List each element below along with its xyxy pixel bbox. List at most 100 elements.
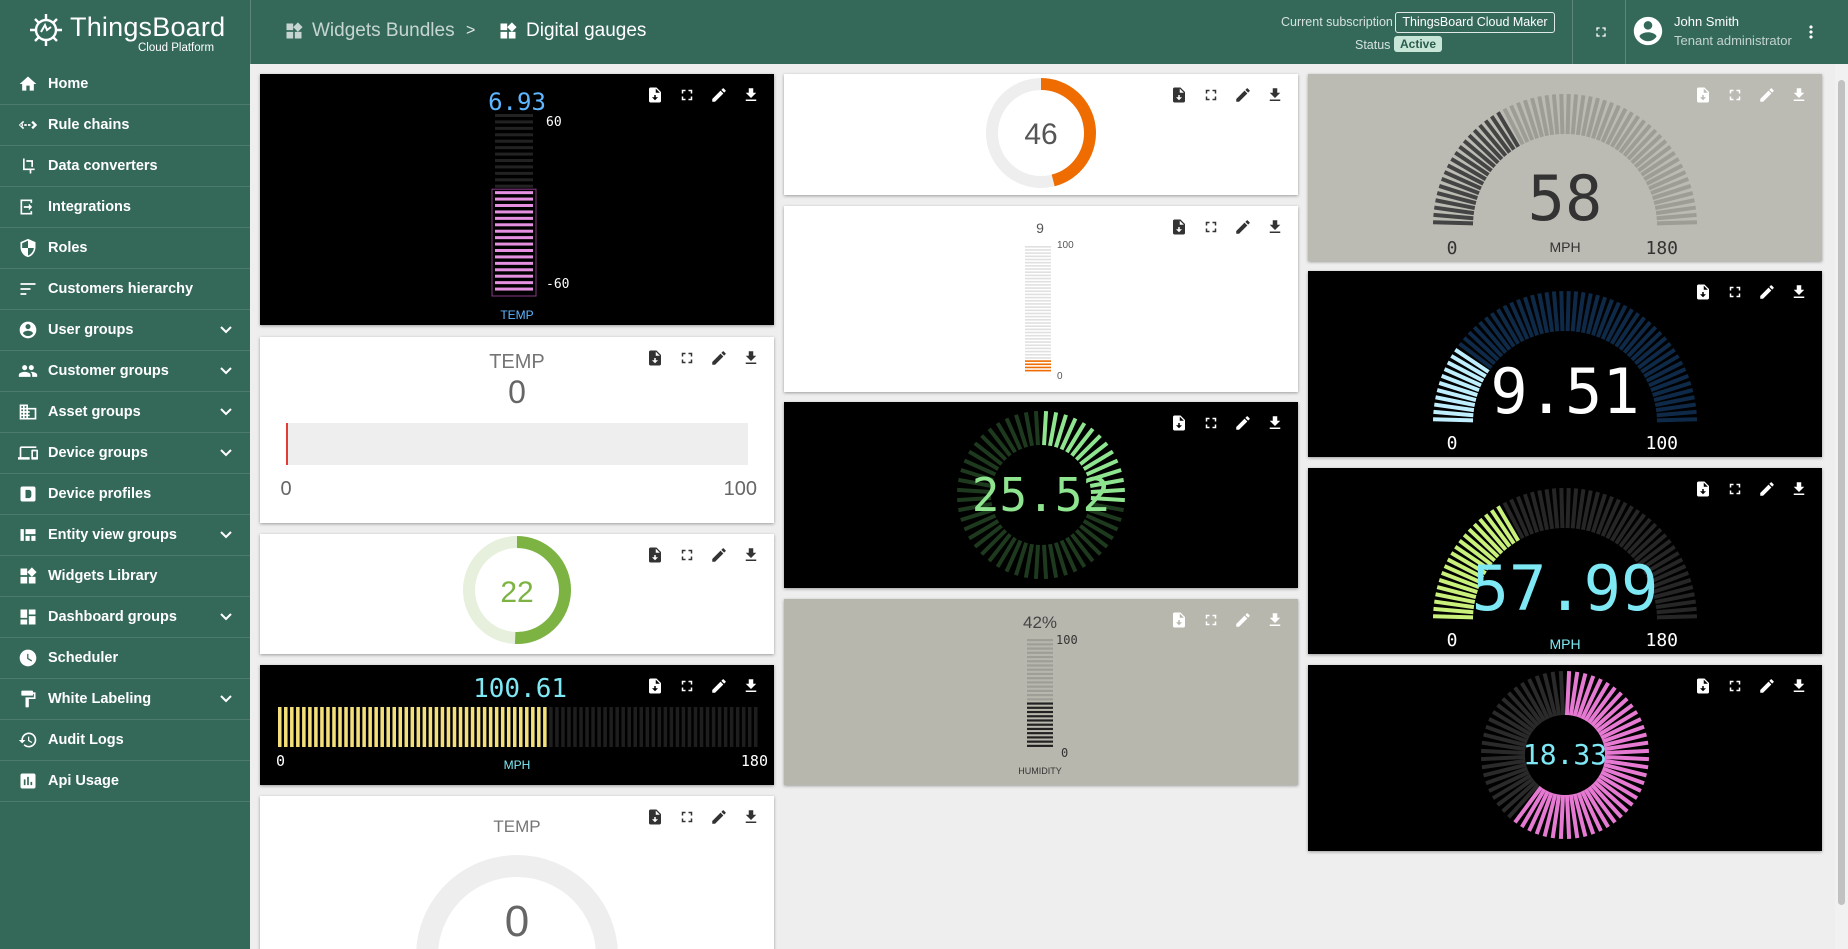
- export-icon[interactable]: [1170, 611, 1188, 629]
- sidebar-item-scheduler[interactable]: Scheduler: [0, 638, 250, 679]
- download-icon[interactable]: [742, 546, 760, 564]
- download-icon[interactable]: [1266, 611, 1284, 629]
- fullscreen-icon[interactable]: [678, 808, 696, 826]
- edit-icon[interactable]: [710, 86, 728, 104]
- export-icon[interactable]: [1694, 283, 1712, 301]
- bar-segment: [1027, 715, 1053, 718]
- radial-tick: [1564, 671, 1572, 716]
- download-icon[interactable]: [1790, 677, 1808, 695]
- scrollbar-thumb[interactable]: [1838, 80, 1845, 905]
- download-icon[interactable]: [742, 808, 760, 826]
- chevron-down-icon[interactable]: [220, 324, 232, 336]
- subscription-badge[interactable]: ThingsBoard Cloud Maker: [1395, 12, 1555, 33]
- download-icon[interactable]: [1266, 86, 1284, 104]
- fullscreen-icon[interactable]: [1202, 611, 1220, 629]
- sidebar-item-rule-chains[interactable]: Rule chains: [0, 105, 250, 146]
- download-icon[interactable]: [742, 86, 760, 104]
- widget-mph-green-arc[interactable]: 57.99 0 MPH 180: [1308, 468, 1822, 654]
- edit-icon[interactable]: [710, 808, 728, 826]
- download-icon[interactable]: [1790, 480, 1808, 498]
- export-icon[interactable]: [1694, 677, 1712, 695]
- sidebar-item-api-usage[interactable]: Api Usage: [0, 761, 250, 802]
- logo[interactable]: ThingsBoard Cloud Platform: [26, 8, 250, 56]
- fullscreen-icon[interactable]: [1726, 283, 1744, 301]
- sidebar-item-customers-hierarchy[interactable]: Customers hierarchy: [0, 269, 250, 310]
- export-icon[interactable]: [1170, 86, 1188, 104]
- widget-temp-arc[interactable]: TEMP 0: [260, 796, 774, 949]
- sidebar-item-white-labeling[interactable]: White Labeling: [0, 679, 250, 720]
- sidebar-item-integrations[interactable]: Integrations: [0, 187, 250, 228]
- edit-icon[interactable]: [1758, 86, 1776, 104]
- widget-blue-arc[interactable]: 9.51 0 100: [1308, 271, 1822, 457]
- chevron-down-icon[interactable]: [220, 447, 232, 459]
- fullscreen-icon[interactable]: [678, 349, 696, 367]
- edit-icon[interactable]: [1758, 283, 1776, 301]
- sidebar-item-user-groups[interactable]: User groups: [0, 310, 250, 351]
- fullscreen-icon[interactable]: [678, 86, 696, 104]
- bar-segment: [1027, 702, 1053, 705]
- edit-icon[interactable]: [710, 546, 728, 564]
- export-icon[interactable]: [1694, 480, 1712, 498]
- edit-icon[interactable]: [1234, 86, 1252, 104]
- widget-donut-orange[interactable]: 46: [784, 74, 1298, 195]
- sidebar-item-customer-groups[interactable]: Customer groups: [0, 351, 250, 392]
- chevron-down-icon[interactable]: [220, 406, 232, 418]
- widget-temp-horizontal-bar[interactable]: TEMP 0 0 100: [260, 337, 774, 523]
- sidebar-item-widgets-library[interactable]: Widgets Library: [0, 556, 250, 597]
- sidebar-item-asset-groups[interactable]: Asset groups: [0, 392, 250, 433]
- chevron-down-icon[interactable]: [220, 529, 232, 541]
- widget-donut-green[interactable]: 22: [260, 534, 774, 654]
- fullscreen-icon[interactable]: [1726, 480, 1744, 498]
- export-icon[interactable]: [1170, 218, 1188, 236]
- widget-radial-pink[interactable]: 18.33: [1308, 665, 1822, 851]
- sidebar-item-device-profiles[interactable]: Device profiles: [0, 474, 250, 515]
- sidebar-item-entity-view-groups[interactable]: Entity view groups: [0, 515, 250, 556]
- fullscreen-icon[interactable]: [1726, 677, 1744, 695]
- export-icon[interactable]: [646, 677, 664, 695]
- export-icon[interactable]: [646, 86, 664, 104]
- sidebar-item-dashboard-groups[interactable]: Dashboard groups: [0, 597, 250, 638]
- widget-mph-gray[interactable]: 58 0 MPH 180: [1308, 74, 1822, 261]
- fullscreen-icon[interactable]: [678, 677, 696, 695]
- fullscreen-icon[interactable]: [1593, 24, 1609, 40]
- edit-icon[interactable]: [1758, 677, 1776, 695]
- fullscreen-icon[interactable]: [1202, 414, 1220, 432]
- widget-vertical-bar-orange[interactable]: 9 100 0: [784, 206, 1298, 392]
- sidebar-item-roles[interactable]: Roles: [0, 228, 250, 269]
- export-icon[interactable]: [1694, 86, 1712, 104]
- sidebar-item-home[interactable]: Home: [0, 64, 250, 105]
- export-icon[interactable]: [1170, 414, 1188, 432]
- sidebar-item-audit-logs[interactable]: Audit Logs: [0, 720, 250, 761]
- widget-temp-vertical-bar[interactable]: 6.93 60 -60 TEMP: [260, 74, 774, 325]
- fullscreen-icon[interactable]: [1202, 86, 1220, 104]
- edit-icon[interactable]: [1234, 218, 1252, 236]
- edit-icon[interactable]: [1758, 480, 1776, 498]
- download-icon[interactable]: [742, 677, 760, 695]
- export-icon[interactable]: [646, 808, 664, 826]
- export-icon[interactable]: [646, 546, 664, 564]
- chevron-down-icon[interactable]: [220, 365, 232, 377]
- fullscreen-icon[interactable]: [1726, 86, 1744, 104]
- fullscreen-icon[interactable]: [1202, 218, 1220, 236]
- download-icon[interactable]: [1266, 414, 1284, 432]
- sidebar-item-device-groups[interactable]: Device groups: [0, 433, 250, 474]
- download-icon[interactable]: [1266, 218, 1284, 236]
- widget-mph-horizontal-bar[interactable]: 100.61 0 MPH 180: [260, 665, 774, 785]
- more-vert-icon[interactable]: [1801, 22, 1821, 42]
- edit-icon[interactable]: [1234, 414, 1252, 432]
- avatar-icon[interactable]: [1631, 14, 1665, 48]
- sidebar-item-data-converters[interactable]: Data converters: [0, 146, 250, 187]
- breadcrumb-widgets-bundles[interactable]: Widgets Bundles: [284, 20, 455, 42]
- chevron-down-icon[interactable]: [220, 611, 232, 623]
- widget-humidity-bar[interactable]: 42% 100 0 HUMIDITY: [784, 599, 1298, 785]
- export-icon[interactable]: [646, 349, 664, 367]
- edit-icon[interactable]: [710, 677, 728, 695]
- download-icon[interactable]: [1790, 283, 1808, 301]
- fullscreen-icon[interactable]: [678, 546, 696, 564]
- edit-icon[interactable]: [1234, 611, 1252, 629]
- chevron-down-icon[interactable]: [220, 693, 232, 705]
- download-icon[interactable]: [1790, 86, 1808, 104]
- widget-radial-green[interactable]: 25.52: [784, 402, 1298, 588]
- download-icon[interactable]: [742, 349, 760, 367]
- edit-icon[interactable]: [710, 349, 728, 367]
